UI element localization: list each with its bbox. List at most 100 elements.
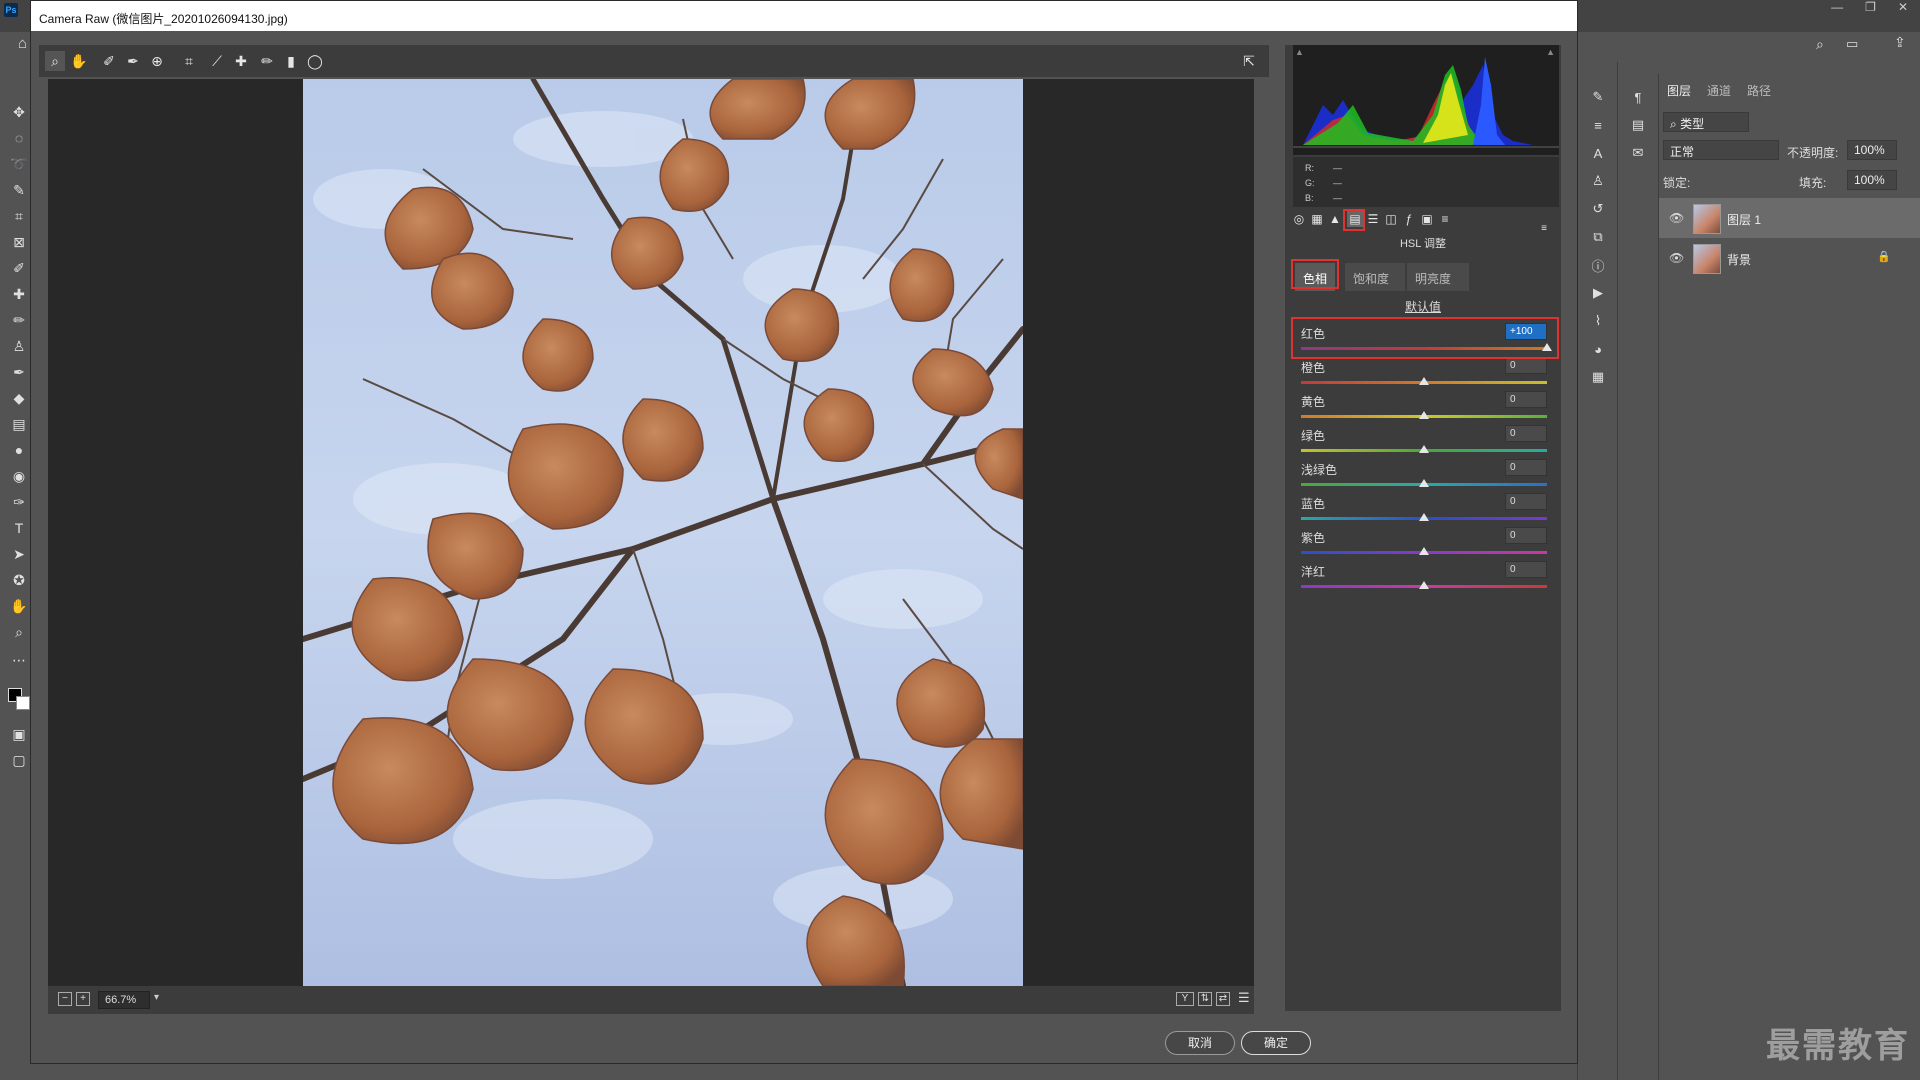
eraser-tool-icon[interactable]: ◆	[9, 388, 29, 408]
brush-settings-icon[interactable]: ✎	[1589, 88, 1607, 106]
adjustments-icon[interactable]: ≡	[1589, 116, 1607, 134]
white-balance-icon[interactable]: ✐	[99, 51, 119, 71]
zoom-tool-icon[interactable]: ⌕	[9, 622, 29, 642]
eyedropper-tool-icon[interactable]: ✐	[9, 258, 29, 278]
slider-thumb[interactable]	[1419, 479, 1429, 487]
home-icon[interactable]: ⌂	[18, 35, 27, 52]
swatches-icon[interactable]: ▦	[1589, 368, 1607, 386]
slider-value-input[interactable]: 0	[1505, 459, 1547, 476]
more-tools-icon[interactable]: ⋯	[9, 650, 29, 670]
swap-icon[interactable]: ⇅	[1198, 992, 1212, 1006]
clone-source-icon[interactable]: ♙	[1589, 172, 1607, 190]
type-tool-icon[interactable]: T	[9, 518, 29, 538]
color-icon[interactable]: ◕	[1589, 340, 1607, 358]
properties-icon[interactable]: ▤	[1629, 116, 1647, 134]
brush-tool-icon[interactable]: ✏	[9, 310, 29, 330]
hand-tool-icon[interactable]: ✋	[9, 596, 29, 616]
blur-tool-icon[interactable]: ●	[9, 440, 29, 460]
gradient-tool-icon[interactable]: ▤	[9, 414, 29, 434]
targeted-adjust-icon[interactable]: ⊕	[147, 51, 167, 71]
notes-icon[interactable]: ✉	[1629, 144, 1647, 162]
minimize-button[interactable]: —	[1831, 0, 1843, 18]
split-toning-icon[interactable]: ☰	[1365, 211, 1381, 227]
workspace-icon[interactable]: ▭	[1846, 36, 1858, 52]
quick-mask-icon[interactable]: ▣	[9, 724, 29, 744]
hand-tool-icon[interactable]: ✋	[69, 51, 89, 71]
search-icon[interactable]: ⌕	[1816, 36, 1824, 53]
shape-tool-icon[interactable]: ✪	[9, 570, 29, 590]
slider-value-input[interactable]: 0	[1505, 391, 1547, 408]
slider-thumb[interactable]	[1419, 513, 1429, 521]
spot-removal-icon[interactable]: ✚	[231, 51, 251, 71]
radial-filter-icon[interactable]: ◯	[305, 51, 325, 71]
tone-curve-icon[interactable]: ▦	[1309, 211, 1325, 227]
default-link[interactable]: 默认值	[1285, 298, 1561, 315]
cancel-button[interactable]: 取消	[1165, 1031, 1235, 1055]
history-brush-icon[interactable]: ✒	[9, 362, 29, 382]
before-after-icon[interactable]: Y	[1176, 992, 1194, 1006]
blend-mode-select[interactable]: 正常	[1663, 140, 1779, 160]
pen-tool-icon[interactable]: ✑	[9, 492, 29, 512]
zoom-out-button[interactable]: −	[58, 992, 72, 1006]
path-select-icon[interactable]: ➤	[9, 544, 29, 564]
straighten-icon[interactable]: ⟋	[207, 51, 227, 71]
crop-tool-icon[interactable]: ⌗	[9, 206, 29, 226]
tab-paths[interactable]: 路径	[1747, 82, 1771, 99]
tab-saturation[interactable]: 饱和度	[1345, 263, 1405, 291]
slider-value-input[interactable]: 0	[1505, 357, 1547, 374]
fill-input[interactable]: 100%	[1847, 170, 1897, 190]
layer-row[interactable]: 👁 背景 🔒	[1659, 238, 1920, 278]
visibility-eye-icon[interactable]: 👁	[1669, 211, 1684, 225]
share-icon[interactable]: ⇪	[1894, 34, 1906, 51]
image-preview-area[interactable]	[48, 79, 1254, 986]
zoom-tool-icon[interactable]: ⌕	[45, 51, 65, 71]
tab-layers[interactable]: 图层	[1667, 82, 1691, 99]
slider-thumb[interactable]	[1419, 547, 1429, 555]
slider-row[interactable]: 浅绿色 0	[1301, 459, 1551, 493]
restore-button[interactable]: ❐	[1865, 0, 1876, 18]
visibility-eye-icon[interactable]: 👁	[1669, 251, 1684, 265]
character-icon[interactable]: A	[1589, 144, 1607, 162]
slider-row[interactable]: 紫色 0	[1301, 527, 1551, 561]
adjustment-brush-icon[interactable]: ✏	[257, 51, 277, 71]
slider-row[interactable]: 黄色 0	[1301, 391, 1551, 425]
preview-settings-icon[interactable]: ☰	[1238, 990, 1250, 1006]
slider-value-input[interactable]: 0	[1505, 425, 1547, 442]
slider-value-input[interactable]: 0	[1505, 493, 1547, 510]
highlight-clipping-icon[interactable]: ▲	[1546, 47, 1555, 57]
background-color-swatch[interactable]	[16, 696, 30, 710]
slider-value-input[interactable]: 0	[1505, 527, 1547, 544]
slider-row[interactable]: 橙色 0	[1301, 357, 1551, 391]
actions-icon[interactable]: ▶	[1589, 284, 1607, 302]
zoom-in-button[interactable]: +	[76, 992, 90, 1006]
marquee-tool-icon[interactable]: ◌	[9, 128, 29, 148]
slider-thumb[interactable]	[1419, 377, 1429, 385]
fullscreen-icon[interactable]: ⇱	[1239, 51, 1259, 71]
slider-thumb[interactable]	[1419, 445, 1429, 453]
panel-menu-icon[interactable]: ≡	[1537, 223, 1551, 234]
layer-comps-icon[interactable]: ⧉	[1589, 228, 1607, 246]
screen-mode-icon[interactable]: ▢	[9, 750, 29, 770]
color-sampler-icon[interactable]: ✒	[123, 51, 143, 71]
slider-row[interactable]: 洋红 0	[1301, 561, 1551, 595]
layer-filter-select[interactable]: ⌕ 类型	[1663, 112, 1749, 132]
crop-tool-icon[interactable]: ⌗	[179, 51, 199, 71]
zoom-level-field[interactable]: 66.7%	[98, 991, 150, 1009]
close-window-button[interactable]: ✕	[1898, 0, 1908, 18]
move-tool-icon[interactable]: ✥	[9, 102, 29, 122]
ok-button[interactable]: 确定	[1241, 1031, 1311, 1055]
presets-icon[interactable]: ≡	[1437, 211, 1453, 227]
healing-tool-icon[interactable]: ✚	[9, 284, 29, 304]
history-icon[interactable]: ↺	[1589, 200, 1607, 218]
graduated-filter-icon[interactable]: ▮	[281, 51, 301, 71]
effects-icon[interactable]: ƒ	[1401, 211, 1417, 227]
tab-luminance[interactable]: 明亮度	[1407, 263, 1469, 291]
layer-row[interactable]: 👁 图层 1	[1659, 198, 1920, 238]
paragraph-icon[interactable]: ¶	[1629, 88, 1647, 106]
lens-icon[interactable]: ◫	[1383, 211, 1399, 227]
shadow-clipping-icon[interactable]: ▲	[1295, 47, 1304, 57]
opacity-input[interactable]: 100%	[1847, 140, 1897, 160]
detail-icon[interactable]: ▲	[1327, 211, 1343, 227]
slider-thumb[interactable]	[1419, 411, 1429, 419]
calibration-icon[interactable]: ▣	[1419, 211, 1435, 227]
